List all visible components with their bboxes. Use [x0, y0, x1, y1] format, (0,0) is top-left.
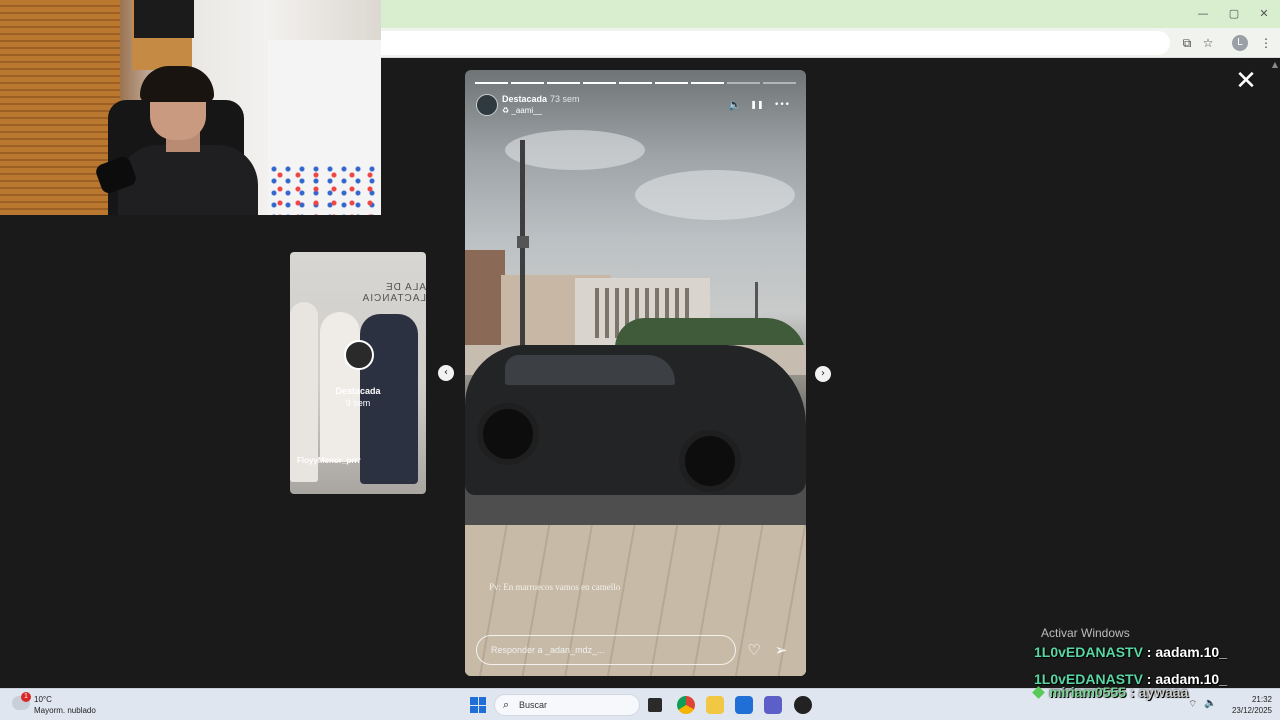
- temperature[interactable]: 10°C: [34, 695, 52, 704]
- reply-input[interactable]: Responder a _adan_mdz_...: [476, 635, 736, 665]
- teams-icon[interactable]: [764, 696, 782, 714]
- search-placeholder: Buscar: [519, 700, 548, 710]
- start-logo-tile: [470, 697, 478, 705]
- minimize-button[interactable]: —: [1190, 5, 1216, 23]
- search-icon: ⌕: [503, 698, 510, 711]
- webcam-overlay: [0, 0, 381, 215]
- chat-text: aadam.10_: [1155, 644, 1227, 660]
- progress-segment: [583, 82, 616, 84]
- progress-segment: [619, 82, 652, 84]
- lamp-pole-box: [517, 236, 529, 248]
- diamond-icon: [1032, 686, 1045, 699]
- profile-avatar[interactable]: L: [1232, 35, 1248, 51]
- page-scrollbar[interactable]: [1270, 58, 1280, 688]
- story-avatar[interactable]: [476, 94, 498, 116]
- install-app-icon[interactable]: ⧉: [1178, 34, 1196, 52]
- tv: [134, 0, 194, 38]
- close-window-button[interactable]: ✕: [1251, 5, 1277, 23]
- story-progress-bar: [475, 82, 796, 84]
- progress-segment: [475, 82, 508, 84]
- scroll-up-arrow-icon[interactable]: ▲: [1272, 60, 1278, 69]
- close-story-button[interactable]: ✕: [1233, 68, 1259, 94]
- time: 21:32: [1251, 695, 1272, 704]
- outlook-icon[interactable]: [735, 696, 753, 714]
- car-wheel: [679, 430, 741, 492]
- preview-avatar: [344, 340, 374, 370]
- maximize-button[interactable]: ▢: [1221, 5, 1247, 23]
- cloud: [635, 170, 795, 220]
- screen: — ▢ ✕ ⧉ ☆ L ⋮ ▲ ✕ ALA DE LACTANCIA Desta…: [0, 0, 1280, 720]
- progress-segment: [727, 82, 760, 84]
- app-icon[interactable]: [794, 696, 812, 714]
- active-story[interactable]: Destacada 73 sem ♻ _aami__ 🔈 ❚❚ ••• Pv: …: [465, 70, 806, 676]
- system-clock[interactable]: 21:32 23/12/2025: [1232, 694, 1272, 716]
- windows-taskbar: 1 10°C Mayorm. nublado ⌕ Buscar miriam05…: [0, 684, 1280, 720]
- browser-menu-icon[interactable]: ⋮: [1257, 34, 1275, 52]
- previous-story-button[interactable]: ‹: [438, 365, 454, 381]
- story-subtitle[interactable]: ♻ _aami__: [502, 106, 542, 115]
- progress-segment: [763, 82, 796, 84]
- preview-age: 9 sem: [345, 398, 371, 408]
- start-logo-tile: [470, 705, 478, 713]
- weather-condition[interactable]: Mayorm. nublado: [34, 706, 96, 715]
- progress-segment: [691, 82, 724, 84]
- story-title[interactable]: Destacada: [502, 94, 547, 104]
- heart-icon[interactable]: ♡: [744, 640, 764, 660]
- activate-windows-watermark: Activar Windows: [1041, 626, 1130, 640]
- bed-sheet: [270, 165, 381, 215]
- chat-username: 1L0vEDANASTV: [1034, 644, 1143, 660]
- volume-icon[interactable]: 🔈: [1204, 698, 1216, 709]
- progress-segment: [511, 82, 544, 84]
- chat-text: aywaaa: [1138, 684, 1189, 700]
- file-explorer-icon[interactable]: [706, 696, 724, 714]
- bookmark-star-icon[interactable]: ☆: [1199, 34, 1217, 52]
- previous-story-preview[interactable]: ALA DE LACTANCIA Destacada 9 sem FloyyMe…: [290, 252, 426, 494]
- next-story-button[interactable]: ›: [815, 366, 831, 382]
- streamer-hair: [140, 66, 214, 102]
- cloud: [505, 130, 645, 170]
- pause-icon[interactable]: ❚❚: [749, 97, 765, 113]
- wifi-icon[interactable]: ⌔: [1188, 698, 1197, 711]
- start-logo-tile: [478, 697, 486, 705]
- send-icon[interactable]: ➢: [771, 640, 791, 660]
- chat-message: 1L0vEDANASTV : aadam.10_: [1034, 644, 1227, 660]
- streamer-hoodie: [118, 145, 258, 215]
- story-age: 73 sem: [550, 94, 580, 104]
- story-caption: Pv: En marruecos vamos en camello: [489, 582, 621, 592]
- preview-title: Destacada: [335, 386, 381, 396]
- chrome-icon[interactable]: [677, 696, 695, 714]
- more-options-icon[interactable]: •••: [771, 97, 793, 113]
- preview-wall-text: ALA DE LACTANCIA: [361, 282, 426, 304]
- progress-segment: [547, 82, 580, 84]
- car-wheel: [477, 403, 539, 465]
- car-window: [505, 355, 675, 385]
- task-view-icon[interactable]: [648, 698, 662, 712]
- chat-username: miriam0555: [1049, 684, 1127, 700]
- mute-icon[interactable]: 🔈: [727, 97, 743, 113]
- progress-segment: [655, 82, 688, 84]
- date: 23/12/2025: [1231, 706, 1272, 715]
- weather-badge: 1: [21, 692, 31, 702]
- building: [465, 250, 505, 360]
- start-button[interactable]: [470, 697, 486, 713]
- start-logo-tile: [478, 705, 486, 713]
- preview-username: FloyyMenor_prrr: [297, 456, 361, 465]
- taskbar-search[interactable]: ⌕ Buscar: [494, 694, 640, 716]
- chat-message: miriam0555 : aywaaa: [1032, 684, 1189, 700]
